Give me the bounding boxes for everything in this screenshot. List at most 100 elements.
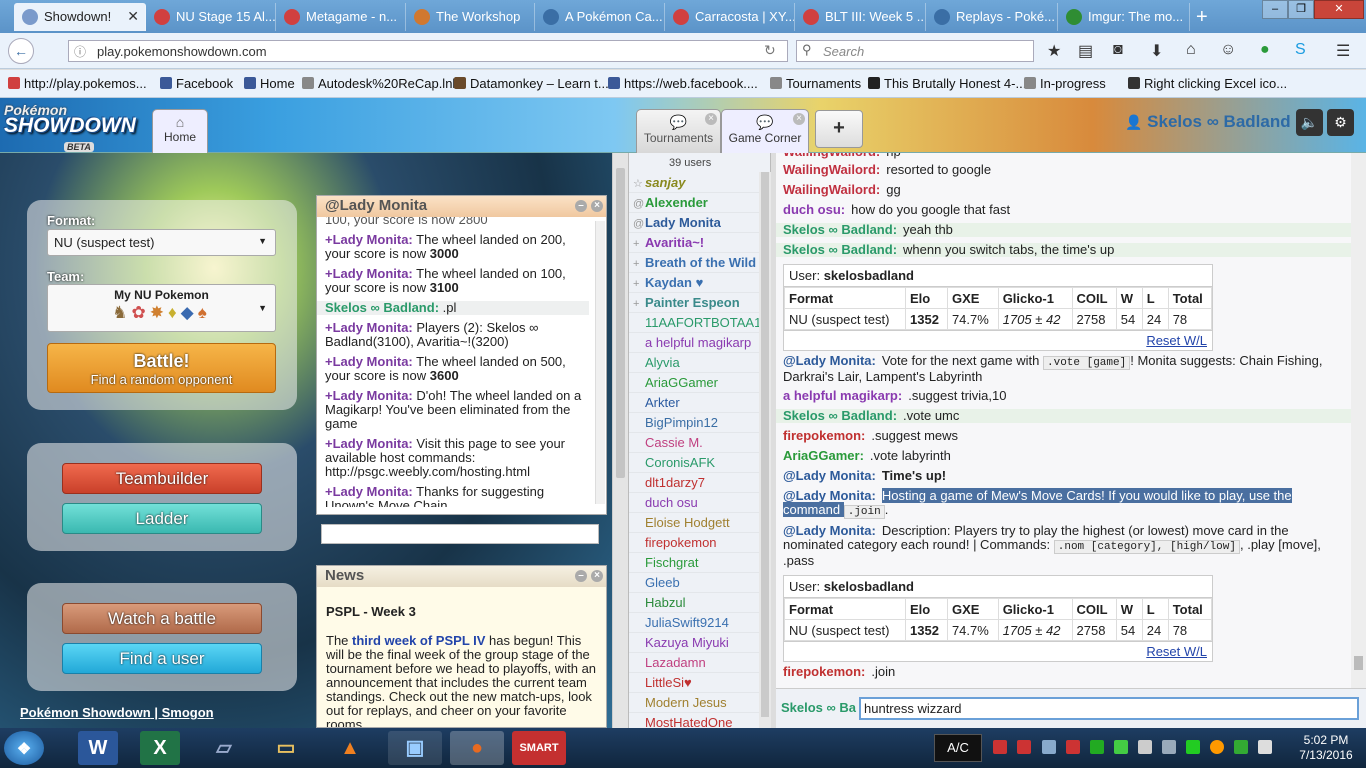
site-info-icon[interactable]: ⓘ bbox=[74, 43, 86, 60]
user-list-item[interactable]: ☆ sanjay bbox=[629, 173, 770, 193]
user-list-item[interactable]: Cassie M. bbox=[629, 433, 770, 453]
user-list-item[interactable]: firepokemon bbox=[629, 533, 770, 553]
bookmark-item[interactable]: Facebook bbox=[160, 76, 233, 91]
browser-tab[interactable]: The Workshop bbox=[406, 3, 535, 31]
chat-author[interactable]: firepokemon: bbox=[783, 664, 865, 679]
username-button[interactable]: 👤 Skelos ∞ Badland bbox=[1125, 112, 1291, 132]
chat-scrollbar[interactable] bbox=[1351, 153, 1366, 688]
menu-icon[interactable]: ☰ bbox=[1336, 41, 1350, 61]
bookmark-item[interactable]: Datamonkey – Learn t... bbox=[454, 76, 609, 91]
format-select[interactable]: NU (suspect test) ▼ bbox=[47, 229, 276, 256]
message-author[interactable]: +Lady Monita: bbox=[325, 484, 413, 499]
chat-author[interactable]: AriaGGamer: bbox=[783, 448, 864, 463]
tab-home[interactable]: ⌂ Home bbox=[152, 109, 208, 153]
browser-tab[interactable]: NU Stage 15 Al... bbox=[146, 3, 276, 31]
close-tab-icon[interactable]: × bbox=[705, 113, 717, 125]
excel-icon[interactable]: X bbox=[140, 731, 180, 765]
bookmark-item[interactable]: Home bbox=[244, 76, 295, 91]
chat-author[interactable]: WailingWailord: bbox=[783, 153, 880, 159]
pm-scrollbar[interactable] bbox=[595, 221, 605, 504]
chat-author[interactable]: Skelos ∞ Badland: bbox=[783, 408, 897, 423]
user-list-item[interactable]: Fischgrat bbox=[629, 553, 770, 573]
team-select[interactable]: My NU Pokemon ♞✿✸♦◆♠ ▼ bbox=[47, 284, 276, 332]
tray-icon[interactable] bbox=[1042, 740, 1056, 754]
tray-icon[interactable] bbox=[1114, 740, 1128, 754]
message-author[interactable]: +Lady Monita: bbox=[325, 354, 413, 369]
message-author[interactable]: +Lady Monita: bbox=[325, 388, 413, 403]
browser-tab[interactable]: BLT III: Week 5 ... bbox=[795, 3, 926, 31]
back-button[interactable]: ← bbox=[8, 38, 34, 64]
chat-message-input[interactable]: huntress wizzard bbox=[859, 697, 1359, 720]
volume-icon[interactable] bbox=[1258, 740, 1272, 754]
chat-author[interactable]: WailingWailord: bbox=[783, 162, 880, 177]
chat-icon[interactable]: ☺ bbox=[1220, 41, 1236, 59]
chat-author[interactable]: Skelos ∞ Badland: bbox=[783, 222, 897, 237]
tray-icon[interactable] bbox=[1017, 740, 1031, 754]
maximize-button[interactable]: ❐ bbox=[1288, 0, 1314, 19]
message-author[interactable]: +Lady Monita: bbox=[325, 436, 413, 451]
user-list-item[interactable]: LittleSi♥ bbox=[629, 673, 770, 693]
chat-author[interactable]: @Lady Monita: bbox=[783, 468, 876, 483]
tray-icon[interactable] bbox=[1234, 740, 1248, 754]
browser-tab[interactable]: A Pokémon Ca... bbox=[535, 3, 665, 31]
message-author[interactable]: Skelos ∞ Badland: bbox=[325, 300, 439, 315]
user-list-item[interactable]: JuliaSwift9214 bbox=[629, 613, 770, 633]
user-list-item[interactable]: Lazadamn bbox=[629, 653, 770, 673]
folder-icon[interactable]: ▭ bbox=[266, 731, 306, 765]
mute-button[interactable]: 🔈 bbox=[1296, 109, 1323, 136]
scroll-thumb[interactable] bbox=[616, 168, 625, 478]
find-user-button[interactable]: Find a user bbox=[62, 643, 262, 674]
tray-icon[interactable] bbox=[993, 740, 1007, 754]
minimize-icon[interactable]: – bbox=[575, 200, 587, 212]
tray-icon[interactable] bbox=[1210, 740, 1224, 754]
teambuilder-button[interactable]: Teambuilder bbox=[62, 463, 262, 494]
user-list-item[interactable]: + Kaydan ♥ bbox=[629, 273, 770, 293]
bookmark-item[interactable]: Autodesk%20ReCap.lnk bbox=[302, 76, 459, 91]
browser-tab[interactable]: Showdown! ✕ bbox=[14, 3, 146, 31]
user-list-item[interactable]: duch osu bbox=[629, 493, 770, 513]
battle-button[interactable]: Battle! Find a random opponent bbox=[47, 343, 276, 393]
reading-list-icon[interactable]: ▤ bbox=[1078, 41, 1093, 61]
scroll-thumb[interactable] bbox=[761, 172, 769, 717]
user-list-item[interactable]: Alyvia bbox=[629, 353, 770, 373]
browser-tab[interactable]: Imgur: The mo... bbox=[1058, 3, 1190, 31]
download-icon[interactable]: ⬇ bbox=[1150, 41, 1163, 61]
tab-tournaments[interactable]: 💬 Tournaments × bbox=[636, 109, 721, 153]
chat-author[interactable]: a helpful magikarp: bbox=[783, 388, 902, 403]
minimize-icon[interactable]: – bbox=[575, 570, 587, 582]
monitor-app-icon[interactable]: ▣ bbox=[388, 731, 442, 765]
start-button[interactable]: ❖ bbox=[4, 731, 44, 765]
reload-icon[interactable]: ↻ bbox=[764, 42, 776, 59]
tab-game-corner[interactable]: 💬 Game Corner × bbox=[721, 109, 809, 153]
extension-icon[interactable]: ● bbox=[1260, 41, 1270, 59]
chat-author[interactable]: @Lady Monita: bbox=[783, 523, 876, 538]
user-list-item[interactable]: + Breath of the Wild bbox=[629, 253, 770, 273]
chat-author[interactable]: WailingWailord: bbox=[783, 182, 880, 197]
user-list-item[interactable]: + Avaritia~! bbox=[629, 233, 770, 253]
user-list-item[interactable]: BigPimpin12 bbox=[629, 413, 770, 433]
user-list-item[interactable]: dlt1darzy7 bbox=[629, 473, 770, 493]
pokemon-showdown-link[interactable]: Pokémon Showdown bbox=[20, 705, 151, 720]
user-list-item[interactable]: Arkter bbox=[629, 393, 770, 413]
user-list-item[interactable]: CoronisAFK bbox=[629, 453, 770, 473]
url-bar[interactable]: play.pokemonshowdown.com bbox=[68, 40, 788, 62]
firefox-icon[interactable]: ● bbox=[450, 731, 504, 765]
smogon-link[interactable]: Smogon bbox=[162, 705, 214, 720]
user-list-item[interactable]: Gleeb bbox=[629, 573, 770, 593]
user-list-item[interactable]: + Painter Espeon bbox=[629, 293, 770, 313]
message-author[interactable]: +Lady Monita: bbox=[325, 320, 413, 335]
close-icon[interactable]: × bbox=[591, 200, 603, 212]
skype-icon[interactable]: S bbox=[1295, 41, 1306, 59]
new-tab-button[interactable]: + bbox=[1196, 6, 1208, 29]
bookmark-item[interactable]: In-progress bbox=[1024, 76, 1106, 91]
tray-icon[interactable] bbox=[1186, 740, 1200, 754]
bookmark-item[interactable]: Right clicking Excel ico... bbox=[1128, 76, 1287, 91]
add-room-button[interactable]: + bbox=[815, 110, 863, 148]
pm-input[interactable] bbox=[321, 524, 599, 544]
tray-icon[interactable] bbox=[1162, 740, 1176, 754]
pocket-icon[interactable]: ◙ bbox=[1113, 41, 1123, 59]
clock[interactable]: 5:02 PM 7/13/2016 bbox=[1288, 733, 1364, 763]
watch-battle-button[interactable]: Watch a battle bbox=[62, 603, 262, 634]
language-indicator[interactable]: A/C bbox=[934, 734, 982, 762]
bookmark-star-icon[interactable]: ★ bbox=[1047, 41, 1061, 61]
